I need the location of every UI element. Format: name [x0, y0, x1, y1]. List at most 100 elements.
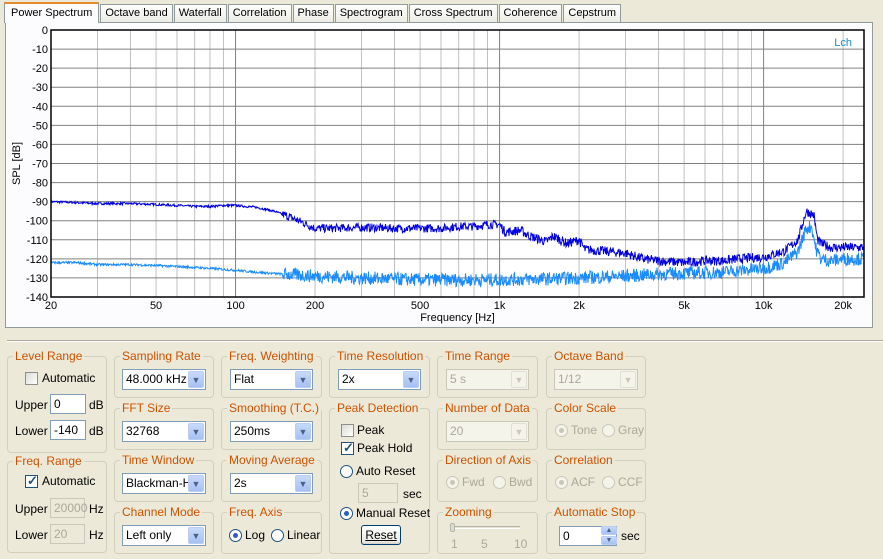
zooming-slider-track[interactable]	[452, 526, 520, 529]
freq-axis-title: Freq. Axis	[227, 505, 285, 519]
chevron-down-icon[interactable]: ▼	[511, 371, 527, 388]
freq-weighting-select[interactable]: Flat ▼	[230, 369, 313, 390]
tab-spectrogram[interactable]: Spectrogram	[334, 4, 408, 23]
tab-octave-band[interactable]: Octave band	[100, 4, 173, 23]
zoom-tick-10: 10	[514, 537, 528, 551]
level-lower-label: Lower	[15, 424, 48, 438]
reset-button[interactable]: Reset	[361, 525, 401, 545]
chart-grid	[50, 29, 864, 298]
time-window-select[interactable]: Blackman-H. ▼	[122, 473, 206, 494]
chevron-down-icon[interactable]: ▼	[403, 371, 419, 388]
tab-waterfall[interactable]: Waterfall	[173, 4, 227, 23]
freq-weighting-title: Freq. Weighting	[227, 349, 316, 363]
smoothing-title: Smoothing (T.C.)	[227, 401, 322, 415]
peak-checkbox[interactable]	[341, 424, 354, 437]
tab-phase[interactable]: Phase	[292, 4, 334, 23]
freq-axis-log-label: Log	[245, 528, 266, 542]
tab-coherence[interactable]: Coherence	[498, 4, 563, 23]
x-tick-label: 50	[150, 300, 162, 312]
direction-of-axis-group: Direction of Axis Fwd Bwd	[437, 453, 538, 502]
chevron-down-icon[interactable]: ▼	[188, 475, 204, 492]
number-of-data-value: 20	[450, 424, 464, 438]
x-tick-label: 5k	[678, 300, 690, 312]
moving-average-select[interactable]: 2s ▼	[230, 473, 313, 494]
radio-selected-dot	[559, 480, 564, 485]
zooming-slider-thumb[interactable]	[450, 523, 455, 532]
y-tick-label: -70	[32, 159, 48, 171]
freq-axis-linear-radio[interactable]	[271, 529, 284, 542]
sampling-rate-value: 48.000 kHz	[126, 372, 187, 386]
tab-power-spectrum[interactable]: Power Spectrum	[4, 2, 100, 23]
time-window-title: Time Window	[120, 453, 197, 467]
freq-axis-log-radio[interactable]	[229, 529, 242, 542]
tab-cross-spectrum[interactable]: Cross Spectrum	[408, 4, 498, 23]
manual-reset-label: Manual Reset	[356, 506, 431, 520]
auto-reset-radio[interactable]	[340, 465, 353, 478]
y-tick-label: -50	[32, 120, 48, 132]
level-upper-input[interactable]: 0	[50, 394, 86, 414]
chevron-down-icon[interactable]: ▼	[295, 423, 311, 440]
freq-upper-input[interactable]: 20000	[50, 498, 87, 518]
direction-bwd-radio[interactable]	[493, 476, 506, 489]
color-tone-radio[interactable]	[555, 424, 568, 437]
chevron-down-icon[interactable]: ▼	[188, 527, 204, 544]
chevron-down-icon[interactable]: ▼	[620, 371, 636, 388]
sampling-rate-select[interactable]: 48.000 kHz ▼	[122, 369, 206, 390]
spin-up-icon[interactable]: ▲	[601, 526, 617, 535]
freq-upper-unit: Hz	[89, 502, 104, 516]
peak-hold-checkbox[interactable]: ✓	[341, 440, 354, 455]
fft-size-value: 32768	[126, 424, 160, 438]
y-tick-label: -110	[27, 235, 48, 247]
x-tick-label: 10k	[755, 300, 773, 312]
chevron-down-icon[interactable]: ▼	[188, 371, 204, 388]
level-automatic-checkbox[interactable]	[25, 372, 38, 385]
radio-selected-dot	[344, 511, 349, 516]
automatic-stop-unit: sec	[621, 529, 640, 543]
octave-band-select[interactable]: 1/12 ▼	[554, 369, 638, 390]
auto-reset-seconds-input[interactable]: 5	[358, 483, 398, 503]
smoothing-select[interactable]: 250ms ▼	[230, 421, 313, 442]
octave-band-group: Octave Band 1/12 ▼	[546, 349, 646, 398]
separator	[7, 340, 883, 342]
level-lower-unit: dB	[89, 424, 104, 438]
channel-mode-select[interactable]: Left only ▼	[122, 525, 206, 546]
time-resolution-select[interactable]: 2x ▼	[338, 369, 421, 390]
time-range-select[interactable]: 5 s ▼	[446, 369, 529, 390]
auto-reset-unit: sec	[403, 487, 422, 501]
channel-mode-group: Channel Mode Left only ▼	[114, 505, 214, 554]
direction-fwd-radio[interactable]	[446, 476, 459, 489]
radio-selected-dot	[450, 480, 455, 485]
fft-size-group: FFT Size 32768 ▼	[114, 401, 214, 450]
correlation-acf-radio[interactable]	[555, 476, 568, 489]
time-resolution-group: Time Resolution 2x ▼	[329, 349, 430, 398]
automatic-stop-spinner[interactable]: ▲ ▼	[601, 526, 617, 546]
manual-reset-radio[interactable]	[340, 507, 353, 520]
correlation-ccf-radio[interactable]	[602, 476, 615, 489]
level-lower-input[interactable]: -140	[50, 420, 86, 440]
freq-lower-input[interactable]: 20	[50, 524, 85, 544]
fft-size-select[interactable]: 32768 ▼	[122, 421, 206, 442]
chevron-down-icon[interactable]: ▼	[295, 371, 311, 388]
y-tick-labels: 0 -10 -20 -30 -40 -50 -60 -70 -80 -90 -100 -110 -120…	[26, 25, 48, 304]
number-of-data-group: Number of Data 20 ▼	[437, 401, 538, 450]
channel-mode-value: Left only	[126, 528, 172, 542]
chevron-down-icon[interactable]: ▼	[188, 423, 204, 440]
tab-cepstrum[interactable]: Cepstrum	[563, 4, 622, 23]
peak-label: Peak	[357, 423, 385, 437]
tab-correlation[interactable]: Correlation	[227, 4, 292, 23]
spin-down-icon[interactable]: ▼	[601, 536, 617, 545]
level-upper-unit: dB	[89, 398, 104, 412]
correlation-title: Correlation	[552, 453, 615, 467]
y-tick-label: -30	[32, 82, 48, 94]
y-tick-label: -80	[32, 178, 48, 190]
legend-channel-label: Lch	[834, 37, 852, 49]
color-gray-radio[interactable]	[602, 424, 615, 437]
automatic-stop-title: Automatic Stop	[552, 505, 638, 519]
chevron-down-icon[interactable]: ▼	[295, 475, 311, 492]
smoothing-group: Smoothing (T.C.) 250ms ▼	[221, 401, 322, 450]
number-of-data-title: Number of Data	[443, 401, 532, 415]
radio-selected-dot	[233, 533, 238, 538]
chevron-down-icon[interactable]: ▼	[511, 423, 527, 440]
number-of-data-select[interactable]: 20 ▼	[446, 421, 529, 442]
freq-automatic-checkbox[interactable]: ✓	[25, 473, 38, 488]
